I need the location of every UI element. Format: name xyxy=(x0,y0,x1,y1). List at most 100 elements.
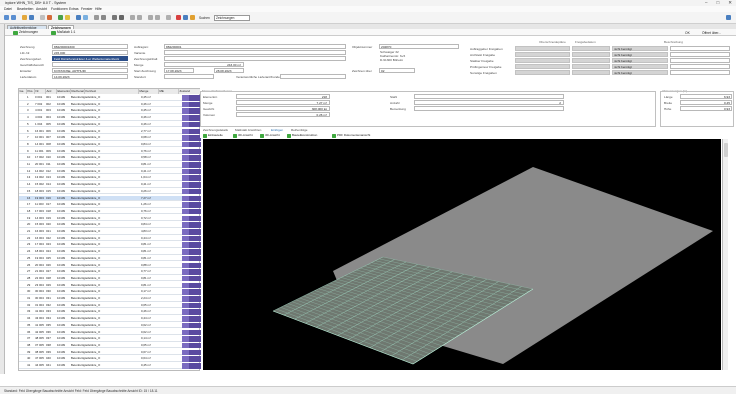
menge-detail-field[interactable]: 7,27 m³ xyxy=(236,100,330,105)
table-row[interactable]: 31 30 004 031 10109 Betonfertigteilstütze_O 2… xyxy=(19,296,201,302)
freigabe-desc-field[interactable] xyxy=(670,46,730,51)
anzahl-field[interactable]: 2 xyxy=(414,100,564,105)
arrow-down-icon[interactable] xyxy=(155,15,160,20)
freigabe-date-field[interactable] xyxy=(572,64,610,69)
freigabe-date-field[interactable] xyxy=(515,58,570,63)
stop-icon[interactable] xyxy=(176,15,181,20)
hoehe-field[interactable]: 0,93 xyxy=(680,106,732,111)
back-icon[interactable] xyxy=(4,15,9,20)
table-row[interactable]: 26 20 004 026 10109 Betonfertigteilstütze_O 0… xyxy=(19,262,201,268)
forward-icon[interactable] xyxy=(11,15,16,20)
freigabe-date-field[interactable] xyxy=(515,64,570,69)
ersteller-field[interactable]: KOSTANSE, ARTHURI xyxy=(52,68,128,73)
freigabe-status[interactable]: nicht benötigt xyxy=(612,64,668,69)
arrow-left-icon[interactable] xyxy=(130,15,135,20)
end-date-field[interactable]: 28.08.2023 xyxy=(214,68,244,73)
menu-extras[interactable]: Extras xyxy=(69,7,79,11)
freigabe-date-field[interactable] xyxy=(572,52,610,57)
laenge-field[interactable]: 6,93 xyxy=(680,94,732,99)
table-row[interactable]: 19 14 003 019 10109 Betonfertigteilstütze_O 0… xyxy=(19,215,201,222)
table-row[interactable]: 23 17 004 023 10109 Betonfertigteilstütze_O 0… xyxy=(19,242,201,248)
grid-column-header[interactable]: Elementnr. xyxy=(57,89,71,94)
objektnummer-field[interactable]: 202870 xyxy=(379,44,459,49)
tab-3d-view[interactable]: 3D-Ansicht xyxy=(233,133,253,138)
freigabe-desc-field[interactable] xyxy=(670,64,730,69)
table-row[interactable]: 4 4 002 004 10109 Betonfertigteilstütze_O 0,4… xyxy=(19,115,201,121)
edit-icon[interactable] xyxy=(76,15,81,20)
table-row[interactable]: 36 42 005 036 10109 Betonfertigteilstütze_O 0… xyxy=(19,329,201,335)
chart-icon[interactable] xyxy=(58,15,63,20)
save-icon[interactable] xyxy=(29,15,34,20)
table-row[interactable]: 28 22 004 028 10109 Betonfertigteilstütze_O 0… xyxy=(19,275,201,282)
table-row[interactable]: 1 0 001 001 10109 Betonfertigteilstütze_O 0,4… xyxy=(19,95,201,101)
help-icon[interactable] xyxy=(726,15,731,20)
new-icon[interactable] xyxy=(22,15,27,20)
freigabe-status[interactable]: nicht benötigt xyxy=(612,70,668,75)
freigabe-desc-field[interactable] xyxy=(670,52,730,57)
stahl-field[interactable] xyxy=(414,94,564,99)
zeichnungsbez-field[interactable]: Feld Dämpfungsträger 4-er Wellentomatenb… xyxy=(52,56,128,61)
table-row[interactable]: 25 19 004 025 10109 Betonfertigteilstütze_O 0… xyxy=(19,255,201,262)
refresh-icon[interactable] xyxy=(83,15,88,20)
table-row[interactable]: 15 18 003 015 10109 Betonfertigteilstütze_O 0… xyxy=(19,188,201,195)
zeichnungen-button[interactable]: Zeichnungen xyxy=(13,30,38,35)
maximize-button[interactable]: □ xyxy=(717,0,720,5)
table-row[interactable]: 22 16 004 022 10109 Betonfertigteilstütze_O 0… xyxy=(19,235,201,242)
freigabe-status[interactable]: nicht benötigt xyxy=(612,46,668,51)
scrollbar-thumb[interactable] xyxy=(724,143,728,157)
grid-view-icon[interactable] xyxy=(183,15,188,20)
freigabe-desc-field[interactable] xyxy=(670,70,730,75)
table-row[interactable]: 32 31 004 032 10109 Betonfertigteilstütze_O 0… xyxy=(19,302,201,309)
nav-icon[interactable] xyxy=(119,15,124,20)
table-row[interactable]: 38 37 005 038 10109 Betonfertigteilstütze_O 0… xyxy=(19,342,201,349)
table-row[interactable]: 3 4 001 003 10109 Betonfertigteilstütze_O 0,4… xyxy=(19,108,201,114)
grid-column-header[interactable]: Kurztext xyxy=(85,89,139,94)
menu-hilfe[interactable]: Hilfe xyxy=(95,7,102,11)
freigabe-status[interactable]: nicht benötigt xyxy=(612,52,668,57)
viewport-scrollbar[interactable] xyxy=(722,139,728,370)
grid-column-header[interactable]: Nr. xyxy=(35,89,46,94)
lfd-nr-field[interactable]: 245,000 xyxy=(52,50,128,55)
table-row[interactable]: 17 11 003 017 10109 Betonfertigteilstütze_O 1… xyxy=(19,202,201,208)
menu-bearbeiten[interactable]: Bearbeiten xyxy=(17,7,33,11)
zeichnungsinhalt-field[interactable] xyxy=(164,56,346,61)
table-row[interactable]: 13 13 002 013 10109 Betonfertigteilstütze_O 1… xyxy=(19,175,201,181)
copy-icon[interactable] xyxy=(47,15,52,20)
volumen-field[interactable]: 0,26 m³ xyxy=(236,112,330,117)
minimize-button[interactable]: – xyxy=(705,0,708,5)
arrow-right-icon[interactable] xyxy=(137,15,142,20)
grid-column-header[interactable]: Menge xyxy=(139,89,159,94)
zoom-icon[interactable] xyxy=(112,15,117,20)
table-row[interactable]: 9 11 001 009 10109 Betonfertigteilstütze_O 0,… xyxy=(19,148,201,155)
scale-button[interactable]: Maßstab 1:1 xyxy=(51,30,75,35)
freigabe-date-field[interactable] xyxy=(572,58,610,63)
freigabe-date-field[interactable] xyxy=(515,52,570,57)
gewicht-field[interactable]: 308,000 kg xyxy=(236,106,330,111)
close-button[interactable]: ✕ xyxy=(728,0,732,5)
freigabe-date-field[interactable] xyxy=(572,46,610,51)
menu-ansicht[interactable]: Ansicht xyxy=(36,7,47,11)
table-row[interactable]: 6 16 001 006 10109 Betonfertigteilstütze_O 2,… xyxy=(19,128,201,134)
table-row[interactable]: 21 16 003 021 10109 Betonfertigteilstütze_O 4… xyxy=(19,229,201,235)
start-date-field[interactable]: 17.08.2023 xyxy=(164,68,194,73)
table-row[interactable]: 27 21 004 027 10109 Betonfertigteilstütze_O 0… xyxy=(19,269,201,275)
breite-field[interactable]: 0,45 xyxy=(680,100,732,105)
table-row[interactable]: 2 7 002 002 10109 Betonfertigteilstütze_O 0,4… xyxy=(19,101,201,108)
grid-column-header[interactable]: Pos. xyxy=(27,89,35,94)
grid-column-header[interactable]: Ge. xyxy=(19,89,27,94)
settings-icon[interactable] xyxy=(94,15,99,20)
geschaeftsbereich-field[interactable] xyxy=(52,62,128,67)
table-row[interactable]: 12 14 002 012 10109 Betonfertigteilstütze_O 0… xyxy=(19,168,201,175)
bemerkung-field[interactable] xyxy=(414,106,564,111)
freigabe-desc-field[interactable] xyxy=(670,58,730,63)
table-row[interactable]: 10 17 002 010 10109 Betonfertigteilstütze_O 0… xyxy=(19,155,201,161)
verantwortliche-field[interactable] xyxy=(280,74,346,79)
tab-construction[interactable]: Bauteilkonstruktion xyxy=(287,133,317,138)
table-row[interactable]: 8 14 001 008 10109 Betonfertigteilstütze_O 0,… xyxy=(19,141,201,148)
elementnr-field[interactable]: 218 xyxy=(236,94,330,99)
table-row[interactable]: 39 38 005 039 10109 Betonfertigteilstütze_O 0… xyxy=(19,349,201,356)
table-row[interactable]: 40 47 005 040 10109 Betonfertigteilstütze_O 0… xyxy=(19,356,201,362)
grid-icon[interactable] xyxy=(65,15,70,20)
search-input[interactable]: Zeichnungen xyxy=(214,15,250,21)
freigabe-date-field[interactable] xyxy=(515,46,570,51)
